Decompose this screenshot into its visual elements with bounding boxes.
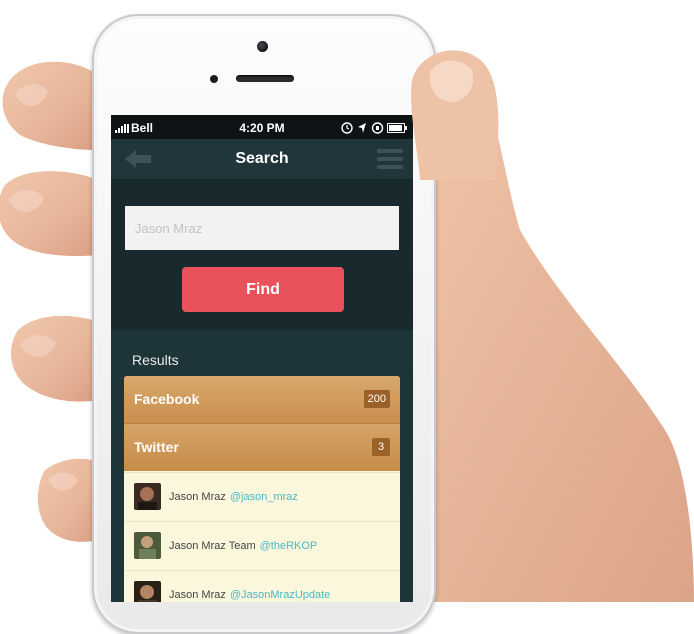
status-bar: Bell 4:20 PM	[111, 115, 413, 139]
results-heading: Results	[132, 352, 179, 368]
results-list: Facebook 200 Twitter 3 Jason Mraz @jason_…	[124, 376, 400, 602]
result-name: Jason Mraz	[169, 491, 226, 503]
results-area: Results Facebook 200 Twitter 3 Jason Mra…	[111, 330, 413, 602]
alarm-icon	[371, 122, 384, 134]
nav-bar: Search	[111, 139, 413, 180]
earpiece-speaker	[236, 75, 294, 82]
avatar	[134, 532, 161, 559]
count-badge: 3	[372, 438, 390, 456]
result-handle[interactable]: @theRKOP	[260, 540, 318, 552]
group-label: Facebook	[134, 391, 200, 407]
result-name: Jason Mraz	[169, 589, 226, 601]
search-input[interactable]	[125, 206, 399, 250]
list-item[interactable]: Jason Mraz @jason_mraz	[124, 472, 400, 521]
find-button[interactable]: Find	[182, 267, 344, 312]
lock-icon	[341, 122, 353, 134]
result-name: Jason Mraz Team	[169, 540, 256, 552]
search-panel: Find	[111, 180, 413, 330]
list-item[interactable]: Jason Mraz Team @theRKOP	[124, 521, 400, 570]
group-row-twitter[interactable]: Twitter 3	[124, 424, 400, 471]
avatar	[134, 483, 161, 510]
group-row-facebook[interactable]: Facebook 200	[124, 376, 400, 424]
status-icons	[335, 121, 407, 135]
proximity-sensor	[210, 75, 218, 83]
group-label: Twitter	[134, 439, 179, 455]
app-screen: Bell 4:20 PM Search Jason Mraz Find Resu…	[111, 115, 413, 602]
page-title: Search	[235, 150, 289, 167]
avatar	[134, 581, 161, 602]
front-camera	[257, 41, 268, 52]
result-handle[interactable]: @JasonMrazUpdate	[230, 589, 330, 601]
result-handle[interactable]: @jason_mraz	[230, 491, 298, 503]
count-badge: 200	[363, 390, 390, 408]
list-item[interactable]: Jason Mraz @JasonMrazUpdate	[124, 570, 400, 602]
location-icon	[358, 123, 366, 133]
thumb-overlay	[411, 50, 499, 180]
